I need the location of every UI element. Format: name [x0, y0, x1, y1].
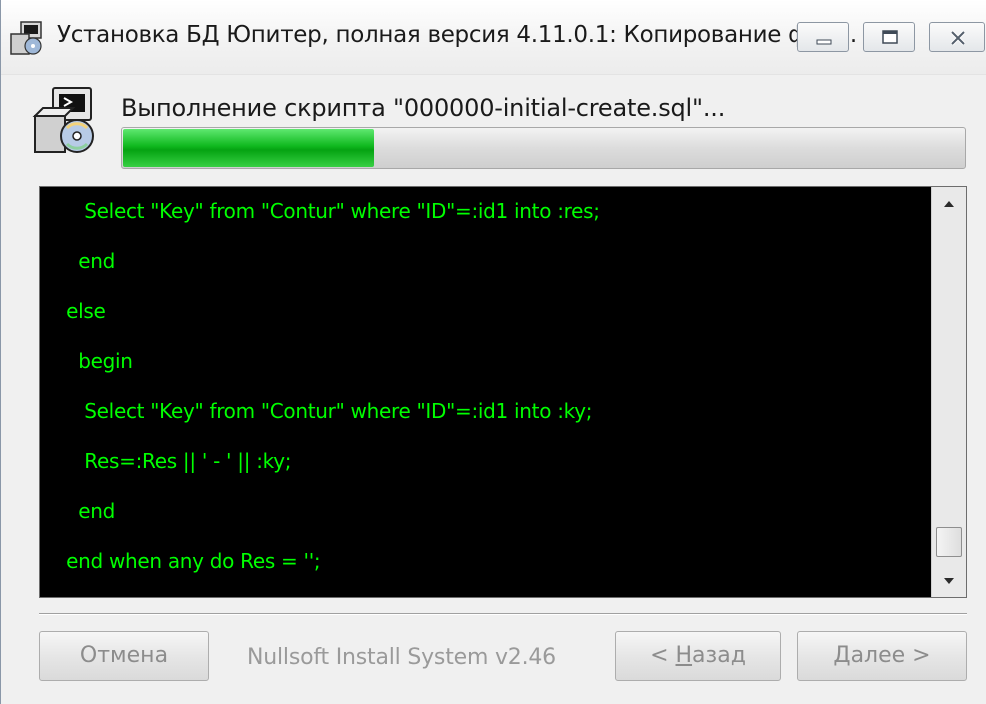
installer-window: Установка БД Юпитер, полная версия 4.11.… [0, 0, 986, 704]
console-line: Select "Key" from "Contur" where "ID"=:i… [54, 399, 593, 423]
installer-disk-icon [32, 87, 94, 153]
back-button-label: < Назад [650, 643, 746, 668]
cancel-button-label: Отмена [79, 643, 169, 668]
script-output-console[interactable]: Select "Key" from "Contur" where "ID"=:i… [39, 186, 967, 598]
next-button-label: Далее > [833, 643, 931, 668]
scrollbar-thumb[interactable] [936, 527, 962, 557]
minimize-button[interactable] [797, 22, 849, 52]
progress-bar-fill [123, 129, 374, 167]
close-icon [950, 30, 966, 46]
console-line: end when any do Res = ''; [54, 549, 321, 573]
window-title: Установка БД Юпитер, полная версия 4.11.… [57, 22, 857, 48]
install-status-text: Выполнение скрипта "000000-initial-creat… [121, 94, 726, 122]
installer-app-icon [10, 21, 42, 55]
progress-bar [121, 127, 966, 169]
title-bar[interactable]: Установка БД Юпитер, полная версия 4.11.… [1, 0, 986, 75]
console-line: Select "Key" from "Contur" where "ID"=:i… [54, 199, 600, 223]
cancel-button[interactable]: Отмена [39, 631, 209, 681]
close-button[interactable] [929, 22, 985, 52]
console-line: end^ [40, 591, 930, 597]
vertical-scrollbar[interactable] [931, 187, 966, 597]
console-line: else [54, 299, 106, 323]
footer-separator [39, 613, 967, 615]
back-button[interactable]: < Назад [615, 631, 781, 681]
minimize-icon [816, 39, 832, 45]
scroll-down-arrow-icon[interactable] [932, 563, 966, 597]
next-button[interactable]: Далее > [797, 631, 967, 681]
console-line: end [54, 249, 116, 273]
scroll-up-arrow-icon[interactable] [932, 187, 966, 221]
maximize-icon [882, 30, 898, 44]
console-line: begin [54, 349, 133, 373]
console-line: Res=:Res || ' - ' || :ky; [54, 449, 292, 473]
nsis-branding-text: Nullsoft Install System v2.46 [247, 645, 556, 670]
console-line: end [54, 499, 116, 523]
maximize-button[interactable] [863, 22, 915, 52]
console-lines: Select "Key" from "Contur" where "ID"=:i… [40, 191, 930, 597]
